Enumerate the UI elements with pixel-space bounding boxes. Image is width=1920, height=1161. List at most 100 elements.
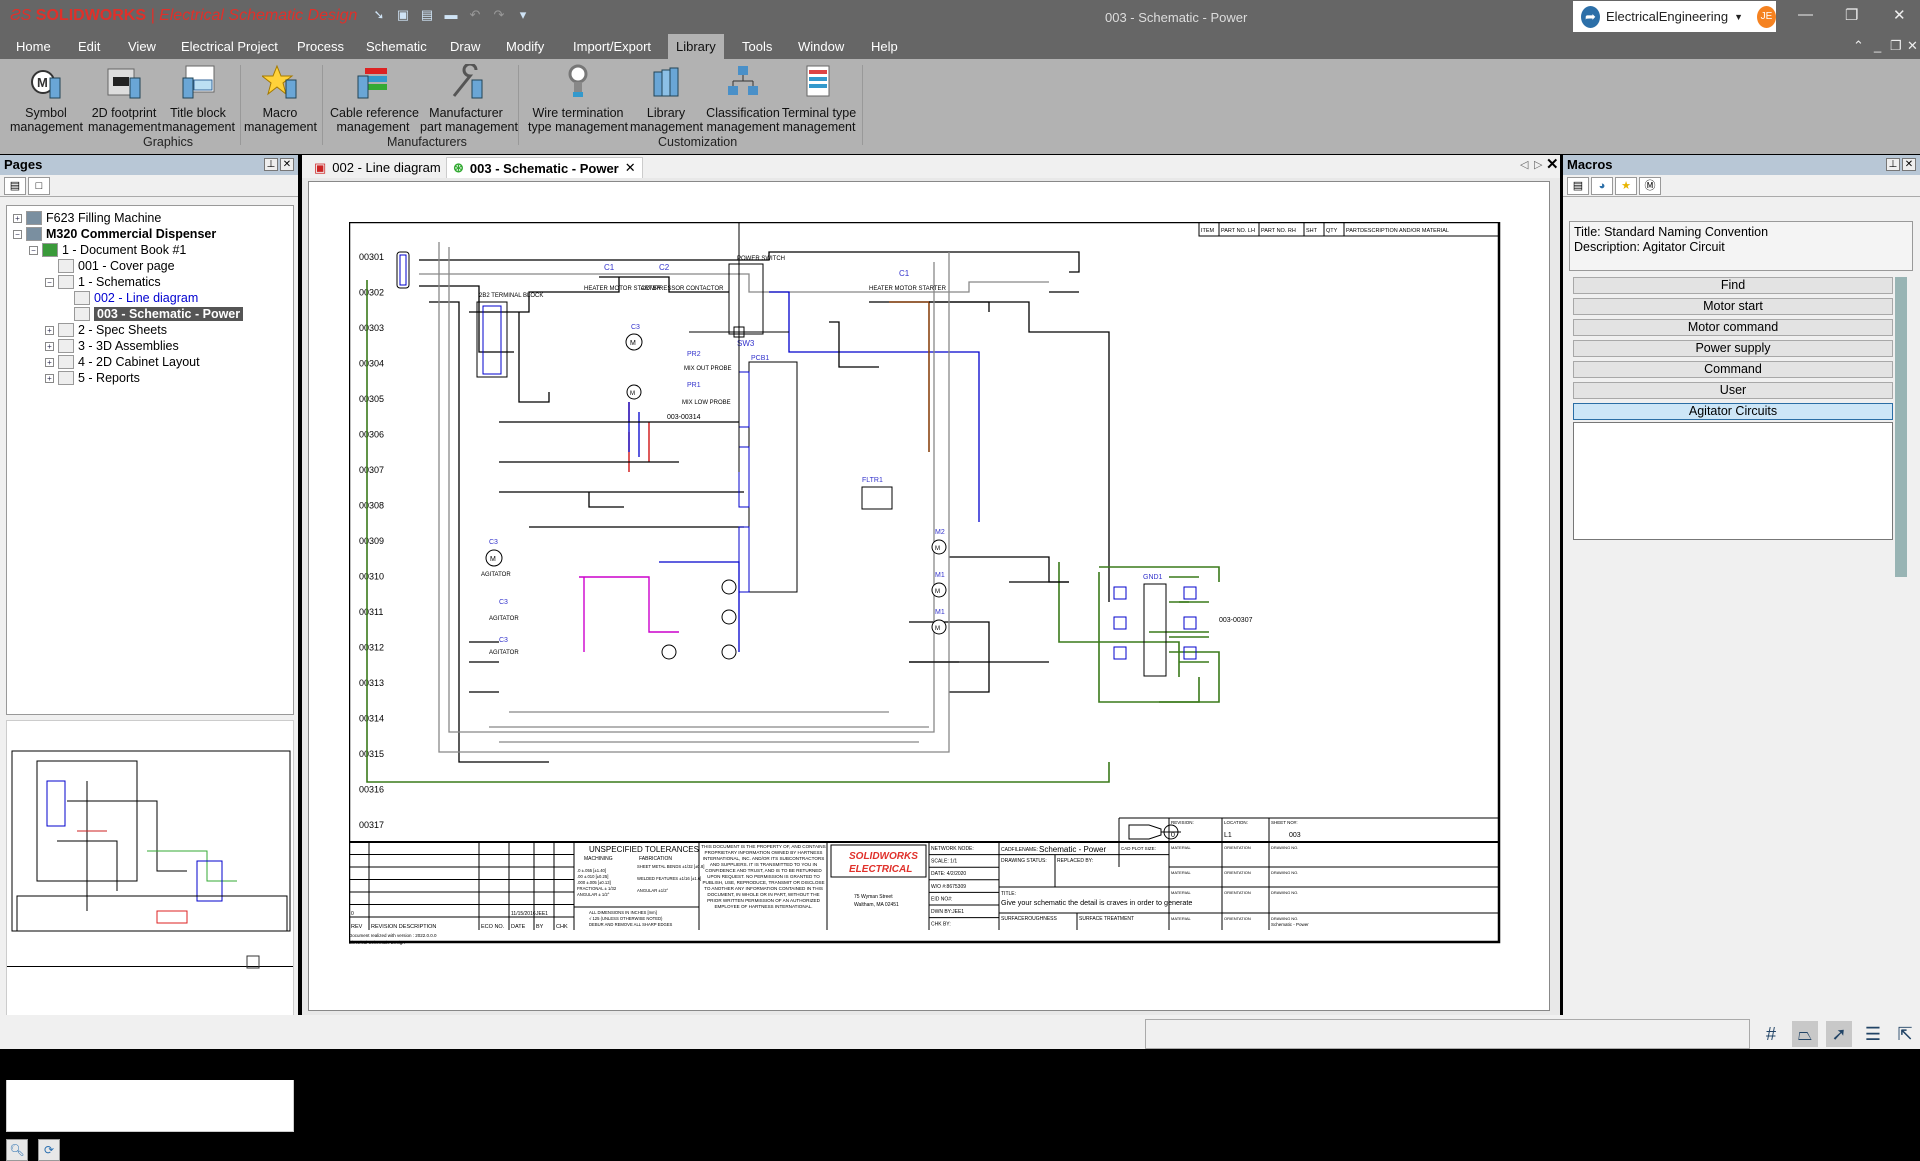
tree-item[interactable]: + F623 Filling Machine bbox=[13, 210, 161, 226]
restore-icon[interactable]: ❐ bbox=[1845, 6, 1858, 24]
list-icon[interactable]: ▤ bbox=[1567, 177, 1589, 195]
title-block-management-button[interactable]: Title block management bbox=[162, 64, 235, 134]
tree-item[interactable]: +3 - 3D Assemblies bbox=[45, 338, 179, 354]
collapse-ribbon-icon[interactable]: ⌃ bbox=[1853, 38, 1864, 54]
svg-text:M1: M1 bbox=[935, 572, 945, 579]
open-icon[interactable]: ➘ bbox=[372, 8, 386, 22]
motor-icon[interactable]: Ⓜ bbox=[1639, 177, 1661, 195]
menu-draw[interactable]: Draw bbox=[450, 39, 480, 54]
macro-button[interactable]: Power supply bbox=[1573, 340, 1893, 357]
menu-library[interactable]: Library bbox=[668, 34, 724, 59]
drawing-status: DRAWING STATUS: bbox=[1001, 858, 1047, 864]
indicator-lamp bbox=[721, 609, 737, 625]
tree-item[interactable]: − 1 - Schematics bbox=[45, 274, 161, 290]
save-all-icon[interactable]: ▤ bbox=[420, 8, 434, 22]
save-icon[interactable]: ▣ bbox=[396, 8, 410, 22]
tree-item[interactable]: 001 - Cover page bbox=[45, 258, 175, 274]
tree-item[interactable]: 003 - Schematic - Power bbox=[61, 306, 244, 322]
scroll-tabs-left-icon[interactable]: ◁ bbox=[1520, 158, 1528, 171]
perspective-icon[interactable]: ⏢ bbox=[1792, 1021, 1818, 1047]
expand-icon[interactable]: + bbox=[45, 325, 54, 335]
redo-icon[interactable]: ↷ bbox=[492, 8, 506, 22]
menu-tools[interactable]: Tools bbox=[742, 39, 772, 54]
close-icon[interactable]: ✕ bbox=[280, 158, 294, 171]
cable-reference-management-button[interactable]: Cable reference management bbox=[330, 64, 419, 134]
tree-item[interactable]: 002 - Line diagram bbox=[61, 290, 198, 306]
menu-help[interactable]: Help bbox=[871, 39, 898, 54]
mdi-minimize-icon[interactable]: _ bbox=[1874, 38, 1881, 53]
wire-termination-management-button[interactable]: Wire termination type management bbox=[526, 64, 630, 134]
select-filter-icon[interactable]: ⇱ bbox=[1892, 1021, 1918, 1047]
manufacturer-part-management-button[interactable]: Manufacturer part management bbox=[420, 62, 518, 134]
print-icon[interactable]: ▬ bbox=[444, 8, 458, 22]
macro-management-button[interactable]: Macro management bbox=[244, 64, 317, 134]
refresh-preview-icon[interactable]: ⟳ bbox=[38, 1139, 60, 1161]
tree-item[interactable]: +4 - 2D Cabinet Layout bbox=[45, 354, 200, 370]
collapse-icon[interactable]: − bbox=[45, 277, 54, 287]
schematic-canvas[interactable]: 00301 00302 00303 00304 00305 00306 00307 00308… bbox=[308, 181, 1550, 1011]
minimize-icon[interactable]: — bbox=[1798, 6, 1813, 23]
logo-text: SOLIDWORKS bbox=[849, 851, 918, 862]
menu-electrical-project[interactable]: Electrical Project bbox=[181, 39, 278, 54]
macro-button[interactable]: User bbox=[1573, 382, 1893, 399]
undo-icon[interactable]: ↶ bbox=[468, 8, 482, 22]
expand-icon[interactable]: + bbox=[13, 213, 22, 223]
surface-roughness: SURFACEROUGHNESS bbox=[1001, 916, 1058, 922]
menu-window[interactable]: Window bbox=[798, 39, 844, 54]
tree-item[interactable]: − M320 Commercial Dispenser bbox=[13, 226, 216, 242]
menu-schematic[interactable]: Schematic bbox=[366, 39, 427, 54]
footprint-management-button[interactable]: 2D footprint management bbox=[88, 64, 161, 134]
macro-button[interactable]: Agitator Circuits bbox=[1573, 403, 1893, 420]
macro-scrollbar[interactable] bbox=[1895, 277, 1907, 577]
lineweight-icon[interactable]: ☰ bbox=[1860, 1021, 1886, 1047]
svg-text:FLTR1: FLTR1 bbox=[862, 477, 883, 484]
close-icon[interactable]: ✕ bbox=[1893, 6, 1906, 24]
macro-button[interactable]: Motor command bbox=[1573, 319, 1893, 336]
mdi-restore-icon[interactable]: ❐ bbox=[1890, 38, 1902, 54]
tab-line-diagram[interactable]: ▣002 - Line diagram✕ bbox=[308, 157, 464, 178]
classification-management-button[interactable]: Classification management bbox=[704, 64, 782, 134]
tree-item[interactable]: +5 - Reports bbox=[45, 370, 140, 386]
pin-icon[interactable]: ⊥ bbox=[1886, 158, 1900, 171]
expand-icon[interactable]: + bbox=[45, 341, 54, 351]
collapse-icon[interactable]: − bbox=[29, 245, 38, 255]
grid-icon[interactable]: # bbox=[1758, 1021, 1784, 1047]
macro-button[interactable]: Command bbox=[1573, 361, 1893, 378]
avatar[interactable]: JE bbox=[1757, 5, 1776, 28]
snap-cursor-icon[interactable]: ➚ bbox=[1826, 1021, 1852, 1047]
tree-item[interactable]: +2 - Spec Sheets bbox=[45, 322, 167, 338]
expand-icon[interactable]: + bbox=[45, 373, 54, 383]
close-tab-icon[interactable]: ✕ bbox=[625, 160, 636, 176]
menu-import-export[interactable]: Import/Export bbox=[573, 39, 651, 54]
schematic-sheet[interactable]: 00301 00302 00303 00304 00305 00306 00307 00308… bbox=[349, 222, 1509, 1002]
pin-icon[interactable]: ⊥ bbox=[264, 158, 278, 171]
menu-modify[interactable]: Modify bbox=[506, 39, 544, 54]
terminal-type-management-button[interactable]: Terminal type management bbox=[780, 64, 858, 134]
row-label: 00302 bbox=[359, 288, 384, 298]
tree-item[interactable]: − 1 - Document Book #1 bbox=[29, 242, 186, 258]
symbol-management-button[interactable]: M Symbol management bbox=[10, 64, 83, 134]
close-icon[interactable]: ✕ bbox=[1902, 158, 1916, 171]
svg-text:2B2 TERMINAL BLOCK: 2B2 TERMINAL BLOCK bbox=[479, 293, 543, 299]
macro-list[interactable] bbox=[1573, 422, 1893, 540]
customize-icon[interactable]: ▾ bbox=[516, 8, 530, 22]
star-icon[interactable]: ★ bbox=[1615, 177, 1637, 195]
menu-process[interactable]: Process bbox=[297, 39, 344, 54]
menu-edit[interactable]: Edit bbox=[78, 39, 100, 54]
account-switcher[interactable]: ➦ ElectricalEngineering ▼ JE bbox=[1573, 1, 1776, 32]
expand-icon[interactable]: + bbox=[45, 357, 54, 367]
close-all-tabs-icon[interactable]: ✕ bbox=[1546, 155, 1559, 173]
menu-home[interactable]: Home bbox=[16, 39, 51, 54]
macro-run-icon[interactable]: ◕ bbox=[1591, 177, 1613, 195]
scroll-tabs-right-icon[interactable]: ▷ bbox=[1534, 158, 1542, 171]
zoom-preview-icon[interactable]: 🔍︎ bbox=[6, 1139, 28, 1161]
library-management-button[interactable]: Library management bbox=[630, 64, 703, 134]
macro-button[interactable]: Motor start bbox=[1573, 298, 1893, 315]
component-tab-icon[interactable]: □ bbox=[28, 177, 50, 195]
mdi-close-icon[interactable]: ✕ bbox=[1907, 38, 1918, 54]
tab-schematic-power[interactable]: ⊛ 003 - Schematic - Power ✕ bbox=[446, 157, 643, 178]
menu-view[interactable]: View bbox=[128, 39, 156, 54]
document-tab-icon[interactable]: ▤ bbox=[4, 177, 26, 195]
collapse-icon[interactable]: − bbox=[13, 229, 22, 239]
macro-button[interactable]: Find bbox=[1573, 277, 1893, 294]
